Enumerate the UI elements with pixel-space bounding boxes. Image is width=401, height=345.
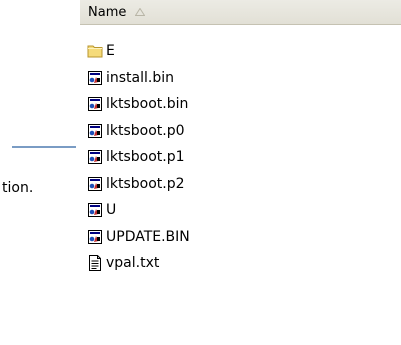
file-name: lktsboot.p0 [106,122,185,139]
file-name: E [106,43,115,60]
file-list: E install.bin lktsboot.bin lktsboot.p0 l… [80,38,401,277]
sort-ascending-arrow-icon [135,8,146,16]
task-pane-fragment: tion. [0,0,80,345]
pane-divider-line [12,146,76,148]
file-row-lktsboot-p1[interactable]: lktsboot.p1 [80,144,401,171]
file-name: lktsboot.p1 [106,149,185,166]
bin-file-icon [88,97,102,112]
text-file-icon [89,255,101,272]
folder-icon [87,45,103,58]
column-header-bar: Name [80,0,401,25]
file-name: UPDATE.BIN [106,228,190,245]
explorer-window: tion. Name E install.bin lktsboot.bin lk… [0,0,401,345]
file-name: lktsboot.bin [106,96,189,113]
file-name: install.bin [106,69,175,86]
file-row-e[interactable]: E [80,38,401,65]
bin-file-icon [88,229,102,244]
column-header-name[interactable]: Name [80,0,401,24]
file-name: vpal.txt [106,255,160,272]
file-row-update-bin[interactable]: UPDATE.BIN [80,224,401,251]
bin-file-icon [88,176,102,191]
column-header-label: Name [88,4,127,20]
file-row-lktsboot-p2[interactable]: lktsboot.p2 [80,171,401,198]
file-row-vpal-txt[interactable]: vpal.txt [80,250,401,277]
bin-file-icon [88,203,102,218]
bin-file-icon [88,123,102,138]
file-row-lktsboot-bin[interactable]: lktsboot.bin [80,91,401,118]
task-pane-text: tion. [2,180,34,196]
file-name: U [106,202,117,219]
file-row-u[interactable]: U [80,197,401,224]
bin-file-icon [88,70,102,85]
file-name: lktsboot.p2 [106,175,185,192]
file-row-install-bin[interactable]: install.bin [80,65,401,92]
file-row-lktsboot-p0[interactable]: lktsboot.p0 [80,118,401,145]
bin-file-icon [88,150,102,165]
